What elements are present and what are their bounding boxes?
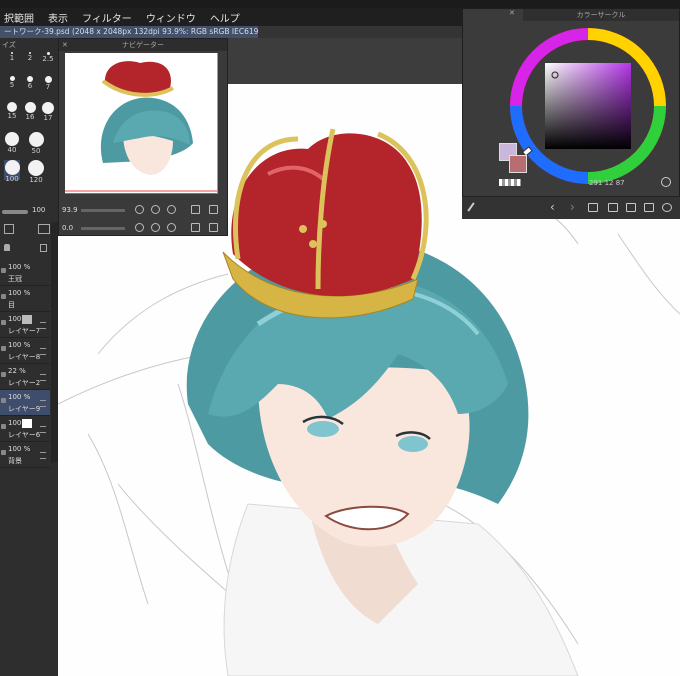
menu-view[interactable]: 表示 [48, 10, 68, 25]
trash-icon[interactable] [40, 244, 47, 252]
sub-color-swatch[interactable] [509, 155, 527, 173]
lock-icon[interactable] [4, 244, 10, 251]
layer-row[interactable]: 100 レイヤー6 [0, 416, 50, 442]
brush-size-title: イズ [2, 41, 16, 49]
settings-icon[interactable] [662, 203, 672, 212]
brush-size-value[interactable]: 100 [32, 206, 45, 214]
close-icon[interactable]: ✕ [62, 41, 68, 49]
navigator-zoom-value[interactable]: 93.9 [62, 206, 78, 214]
transparent-color-swatch[interactable] [499, 179, 521, 186]
zoom-in-icon[interactable] [151, 205, 160, 214]
flip-vertical-icon[interactable] [209, 223, 218, 232]
menu-selection[interactable]: 択範囲 [4, 10, 34, 25]
camera-icon[interactable] [626, 203, 636, 212]
layer-row[interactable]: 100 % 目 [0, 286, 50, 312]
zoom-reset-icon[interactable] [167, 205, 176, 214]
layer-row[interactable]: 100 % レイヤー8 [0, 338, 50, 364]
menu-window[interactable]: ウィンドウ [146, 10, 196, 25]
brush-size-7[interactable]: 7 [40, 76, 56, 96]
zoom-out-icon[interactable] [135, 205, 144, 214]
rotation-slider[interactable] [81, 227, 125, 230]
folder-icon[interactable] [588, 203, 598, 212]
brush-size-2-5[interactable]: 2.5 [40, 52, 56, 72]
layer-property-icon[interactable] [38, 224, 50, 234]
brush-size-5[interactable]: 5 [4, 76, 20, 96]
document-tab[interactable]: ートワーク-39.psd (2048 x 2048px 132dpi 93.9%… [0, 26, 258, 38]
status-strip [0, 0, 680, 8]
brush-size-2[interactable]: 2 [22, 52, 38, 72]
navigator-thumbnail [65, 61, 217, 192]
brush-size-50[interactable]: 50 [28, 132, 44, 155]
navigator-title: ナビゲーター [59, 39, 227, 51]
actual-size-icon[interactable] [209, 205, 218, 214]
rotation-reset-icon[interactable] [167, 223, 176, 232]
brush-size-120[interactable]: 120 [28, 160, 44, 184]
forward-icon[interactable]: › [570, 200, 575, 214]
brush-size-40[interactable]: 40 [4, 132, 20, 154]
edit-icon[interactable] [644, 203, 654, 212]
layer-row-selected[interactable]: 100 % レイヤー9 [0, 390, 50, 416]
new-file-icon[interactable] [608, 203, 618, 212]
brush-size-100[interactable]: 100 [4, 160, 20, 183]
back-icon[interactable]: ‹ [550, 200, 555, 214]
zoom-slider[interactable] [81, 209, 125, 212]
quick-toolbar: ‹ › [462, 196, 680, 219]
brush-size-17[interactable]: 17 [40, 102, 56, 122]
eyedropper-icon[interactable] [467, 202, 475, 212]
layer-scrollbar[interactable] [51, 222, 58, 462]
layer-row[interactable]: 100 % 王冠 [0, 260, 50, 286]
menu-filter[interactable]: フィルター [82, 10, 132, 25]
rotate-right-icon[interactable] [151, 223, 160, 232]
layer-row[interactable]: 22 % レイヤー2 [0, 364, 50, 390]
navigator-preview[interactable] [65, 53, 218, 194]
brush-size-6[interactable]: 6 [22, 76, 38, 96]
brush-size-16[interactable]: 16 [22, 102, 38, 122]
layer-row[interactable]: 100 レイヤー7 [0, 312, 50, 338]
navigator-rotation-value[interactable]: 0.0 [62, 224, 73, 232]
menu-help[interactable]: ヘルプ [210, 10, 240, 25]
tool-panel: イズ 1 2 2.5 5 6 7 15 16 17 40 50 100 120 … [0, 38, 58, 676]
layer-mode-icon[interactable] [4, 224, 14, 234]
brush-size-15[interactable]: 15 [4, 102, 20, 122]
color-wheel[interactable] [503, 21, 673, 191]
brush-size-1[interactable]: 1 [4, 52, 20, 72]
color-circle-panel: カラーサークル ✕ 291 12 87 [462, 8, 680, 218]
layer-row[interactable]: 100 % 背景 [0, 442, 50, 468]
rotate-left-icon[interactable] [135, 223, 144, 232]
color-settings-icon[interactable] [661, 177, 671, 187]
navigator-panel: ナビゲーター ✕ 93.9 0.0 [58, 38, 228, 236]
fit-window-icon[interactable] [191, 205, 200, 214]
brush-size-slider[interactable] [2, 210, 28, 214]
color-value-readout: 291 12 87 [589, 179, 625, 187]
close-icon[interactable]: ✕ [509, 9, 515, 17]
color-panel-title: カラーサークル [523, 9, 679, 21]
flip-horizontal-icon[interactable] [191, 223, 200, 232]
